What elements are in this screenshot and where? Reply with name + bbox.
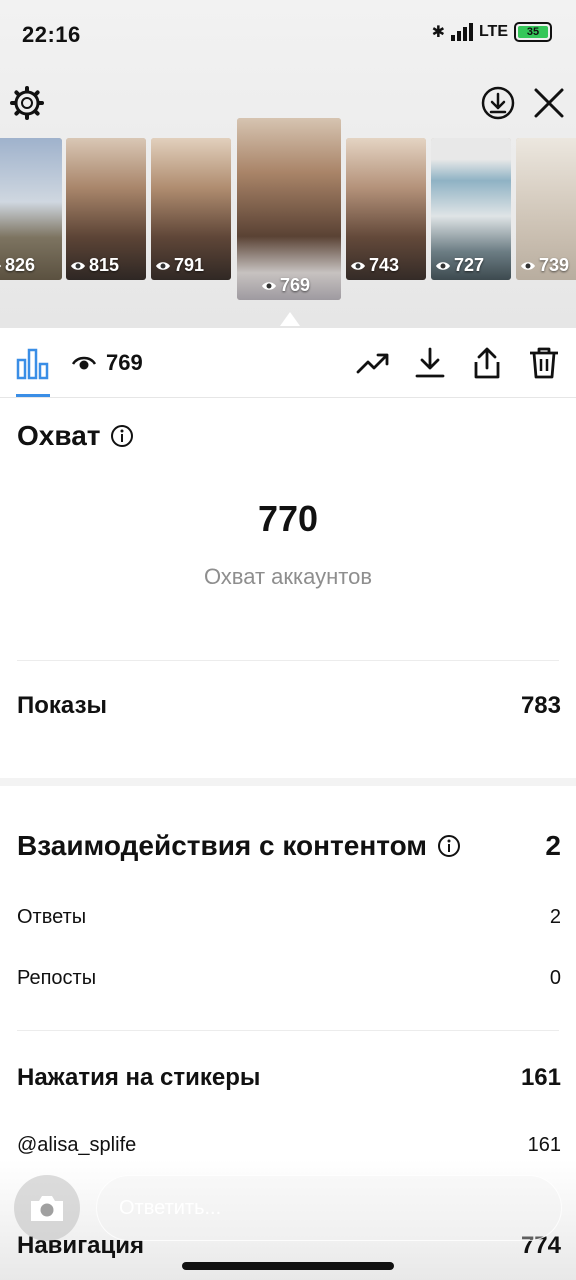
interactions-title-group: Взаимодействия с контентом [17,830,461,862]
eye-icon [0,264,1,267]
sticker-taps-heading: Нажатия на стикеры 161 [17,1064,561,1092]
signal-icon [450,23,473,41]
sticker-taps-value: 161 [520,1064,561,1091]
reposts-value: 0 [549,967,561,989]
story-thumbnail[interactable]: 739 [516,138,576,280]
close-icon[interactable] [532,86,566,120]
eye-icon [156,261,170,270]
sticker-row: @alisa_splife 161 [17,1134,561,1157]
impressions-value: 783 [520,692,561,719]
status-icons: ✱ LTE 35 [432,22,552,42]
camera-icon [31,1196,63,1221]
story-thumbnail[interactable]: 791 [151,138,231,280]
divider [17,1030,559,1031]
viewers-count: 769 [106,350,143,375]
story-thumbnail[interactable]: 727 [431,138,511,280]
reposts-row: Репосты 0 [17,967,561,990]
reposts-label: Репосты [17,967,97,989]
eye-icon [262,281,276,290]
download-icon[interactable] [413,346,447,380]
eye-icon [436,261,450,270]
home-indicator [182,1262,394,1270]
story-view-count: 727 [435,255,484,276]
story-photo [237,118,341,300]
story-thumbnail-active[interactable]: 769 [237,118,341,300]
trending-up-icon[interactable] [356,346,390,380]
interactions-title: Взаимодействия с контентом [17,830,428,861]
reach-heading: Охват [17,420,134,452]
info-icon[interactable] [437,834,461,858]
story-view-count: 791 [155,255,204,276]
story-view-count: 815 [70,255,119,276]
battery-level: 35 [518,26,548,38]
replies-row: Ответы 2 [17,906,561,929]
reach-caption: Охват аккаунтов [203,564,373,589]
sticker-taps-title: Нажатия на стикеры [17,1064,261,1091]
active-tab-indicator [16,394,50,397]
share-icon[interactable] [470,346,504,380]
download-circle-icon[interactable] [481,86,515,120]
eye-icon [72,356,96,370]
interactions-value: 2 [545,830,561,861]
trash-icon[interactable] [527,346,561,380]
settings-gear-icon[interactable] [10,86,44,120]
reply-input[interactable]: Ответить... [96,1175,562,1241]
story-view-count: 743 [350,255,399,276]
active-story-pointer [280,312,300,326]
info-icon[interactable] [110,424,134,448]
viewers-count-button[interactable]: 769 [72,350,143,376]
impressions-row: Показы 783 [17,692,561,720]
status-time: 22:16 [22,22,81,47]
sticker-label: @alisa_splife [17,1134,137,1156]
camera-button[interactable] [14,1175,80,1241]
story-toolbar: 769 [0,328,576,398]
replies-value: 2 [549,906,561,928]
eye-icon [351,261,365,270]
story-view-count: 769 [261,275,310,296]
eye-icon [521,261,535,270]
interactions-heading: Взаимодействия с контентом 2 [17,830,561,862]
replies-label: Ответы [17,906,87,928]
story-thumbnail[interactable]: 743 [346,138,426,280]
divider [17,660,559,661]
reach-title: Охват [17,420,101,451]
reach-value: 770 [257,498,319,539]
impressions-label: Показы [17,692,107,719]
story-view-count: 739 [520,255,569,276]
battery-icon: 35 [514,22,552,42]
story-thumbnails-strip: 826 815 791 769 743 727 739 [0,118,576,308]
story-view-count: 826 [0,255,35,276]
bluetooth-icon: ✱ [431,24,445,41]
insights-bar-chart-icon[interactable] [16,346,50,380]
status-bar: 22:16 ✱ LTE 35 [0,0,576,70]
story-thumbnail[interactable]: 826 [0,138,62,280]
section-divider [0,778,576,786]
eye-icon [71,261,85,270]
network-label: LTE [478,23,508,40]
sticker-value: 161 [527,1134,561,1156]
story-thumbnail[interactable]: 815 [66,138,146,280]
